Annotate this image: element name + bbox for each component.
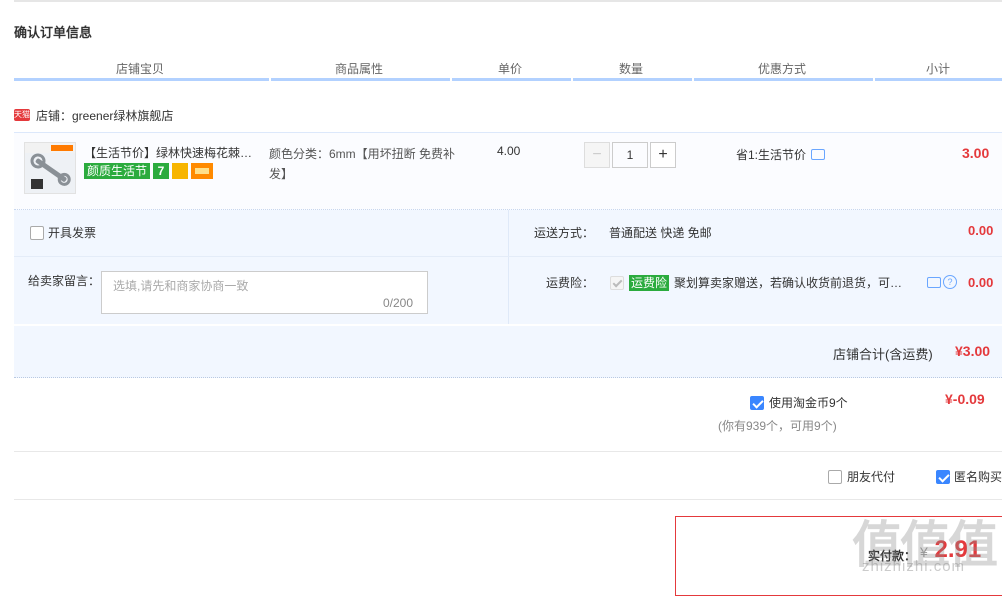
shop-total-value: ¥3.00: [955, 343, 991, 359]
friend-pay-option[interactable]: 朋友代付: [828, 468, 895, 485]
options-hline: [14, 256, 1002, 257]
watermark-url: zhizhizhi.com: [862, 558, 966, 575]
insurance-option: 运费险 聚划算卖家赠送，若确认收货前退货，可获保险赔付: [610, 274, 914, 291]
message-label: 给卖家留言：: [28, 274, 101, 288]
guarantee-badge-icon: [172, 163, 189, 179]
item-attributes: 颜色分类：6mm【用坏扭断 免费补发】: [269, 147, 456, 181]
anonymous-checkbox[interactable]: [936, 469, 950, 484]
col-unit-price: 单价: [498, 62, 523, 76]
message-placeholder: 选填,请先和商家协商一致: [113, 279, 249, 293]
invoice-label: 开具发票: [48, 226, 97, 240]
invoice-option[interactable]: 开具发票: [30, 224, 96, 241]
insurance-checkbox: [610, 275, 624, 290]
divider: [14, 499, 1002, 500]
item-thumbnail[interactable]: [24, 142, 76, 194]
shipping-method: 普通配送 快递 免邮: [609, 226, 712, 240]
message-char-count: 0/200: [383, 296, 414, 310]
table-header: 店铺宝贝 商品属性 单价 数量 优惠方式 小计: [14, 60, 1002, 78]
quantity-stepper: − 1 +: [584, 142, 676, 168]
insurance-icons: ?: [927, 275, 957, 289]
coins-discount: ¥-0.09: [945, 391, 985, 407]
qty-plus-button[interactable]: +: [650, 142, 676, 168]
options-divider: [508, 210, 509, 324]
page-title: 确认订单信息: [14, 25, 93, 40]
col-subtotal: 小计: [926, 62, 951, 76]
shop-name[interactable]: 店铺：greener绿林旗舰店: [36, 107, 173, 124]
item-promo: 省1:生活节价: [736, 146, 826, 163]
friend-pay-label: 朋友代付: [847, 470, 896, 484]
table-header-underline: [14, 78, 1002, 81]
shipping-label: 运送方式：: [534, 226, 595, 240]
anonymous-label: 匿名购买: [954, 470, 1002, 484]
tmall-logo-icon: 天猫: [14, 109, 30, 121]
insurance-text: 聚划算卖家赠送，若确认收货前退货，可获保险赔付: [674, 276, 915, 290]
insurance-fee: 0.00: [968, 275, 994, 290]
col-quantity: 数量: [619, 62, 644, 76]
insurance-label: 运费险：: [546, 276, 595, 290]
promo-text: 省1:生活节价: [736, 148, 807, 162]
col-shop-item: 店铺宝贝: [116, 62, 165, 76]
coins-label: 使用淘金币9个: [769, 396, 848, 410]
festival-badge: 颜质生活节: [84, 163, 151, 179]
friend-pay-checkbox[interactable]: [828, 469, 842, 484]
invoice-checkbox[interactable]: [30, 225, 44, 240]
divider: [14, 451, 1002, 452]
shop-row: 天猫 店铺：greener绿林旗舰店: [14, 106, 173, 124]
top-divider: [14, 0, 1002, 2]
chat-icon[interactable]: [927, 276, 941, 288]
insurance-badge: 运费险: [629, 274, 670, 291]
shop-total-label: 店铺合计(含运费): [833, 347, 933, 362]
item-subtotal: 3.00: [962, 145, 990, 161]
chat-icon[interactable]: [811, 149, 826, 160]
coins-checkbox[interactable]: [750, 395, 764, 410]
col-attributes: 商品属性: [335, 62, 384, 76]
item-name-link[interactable]: 【生活节价】绿林快速梅花棘轮扳手: [84, 144, 264, 161]
coins-option[interactable]: 使用淘金币9个: [750, 394, 848, 411]
coins-available: (你有939个，可用9个): [718, 419, 837, 433]
wrench-product-icon: [25, 143, 75, 189]
qty-minus-button[interactable]: −: [584, 142, 610, 168]
seven-day-return-badge: 7: [153, 163, 170, 179]
col-discount: 优惠方式: [758, 62, 807, 76]
card-payment-badge-icon: [191, 163, 214, 179]
shipping-fee: 0.00: [968, 223, 994, 238]
qty-input[interactable]: 1: [612, 142, 648, 168]
item-unit-price: 4.00: [497, 144, 521, 158]
help-icon[interactable]: ?: [943, 275, 957, 289]
anonymous-option[interactable]: 匿名购买: [936, 468, 1002, 485]
item-badges: 颜质生活节 7: [84, 163, 214, 179]
